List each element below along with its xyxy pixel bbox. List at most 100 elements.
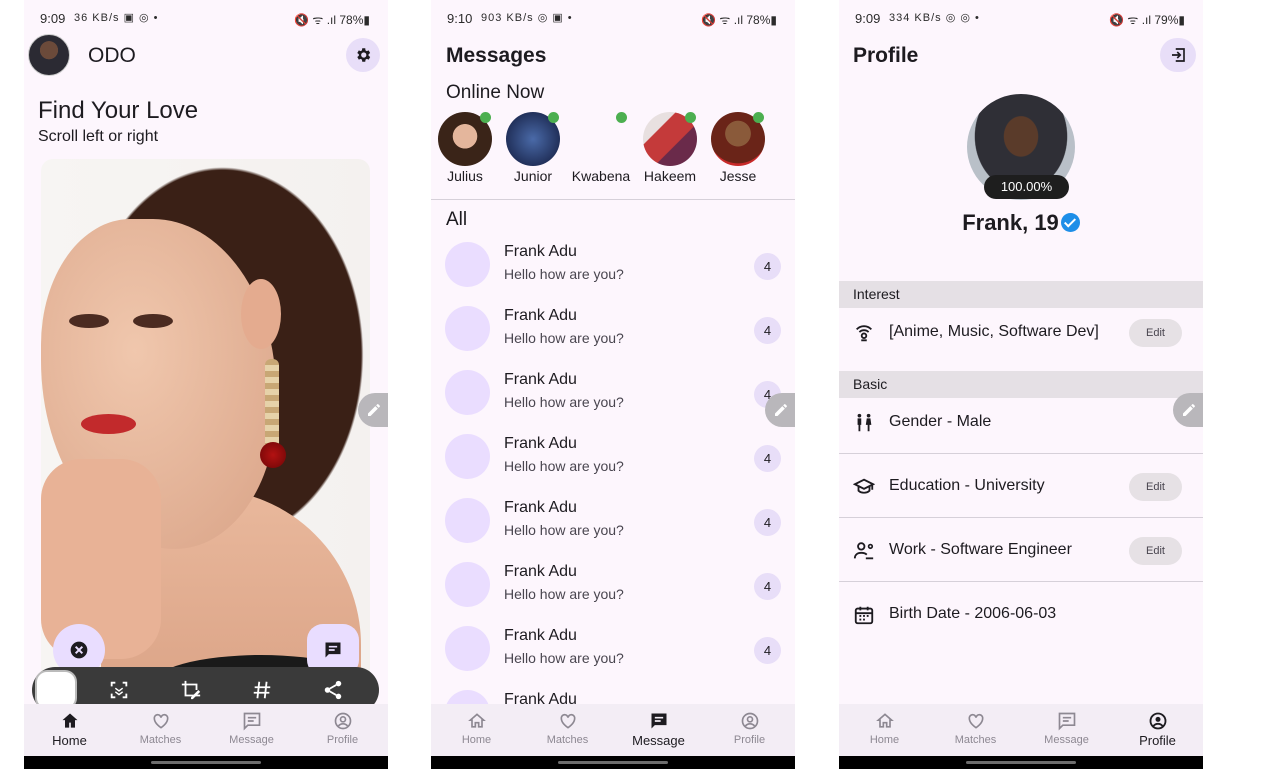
nav-home[interactable]: Home bbox=[24, 704, 115, 756]
home-screen: 9:09 36 KB/s ▣ ◎ • 🔇 ᯤ .ıl 78%▮ ODO Find… bbox=[24, 0, 388, 769]
nav-label: Home bbox=[869, 734, 900, 746]
online-indicator bbox=[753, 112, 764, 123]
conversation-avatar bbox=[445, 370, 490, 415]
account-circle-icon bbox=[1149, 712, 1166, 730]
online-user[interactable]: Julius bbox=[431, 112, 499, 184]
row-divider bbox=[839, 581, 1203, 582]
nav-matches[interactable]: Matches bbox=[930, 704, 1021, 756]
gender-value: Gender - Male bbox=[889, 413, 992, 430]
conversation-preview: Hello how are you? bbox=[504, 650, 624, 666]
nav-message[interactable]: Message bbox=[206, 704, 297, 756]
nav-profile[interactable]: Profile bbox=[297, 704, 388, 756]
conversation-name: Frank Adu bbox=[504, 307, 577, 324]
home-gesture-pill[interactable] bbox=[151, 761, 261, 764]
nav-message[interactable]: Message bbox=[1021, 704, 1112, 756]
work-person-icon bbox=[853, 542, 874, 560]
nav-home[interactable]: Home bbox=[431, 704, 522, 756]
interests-icon bbox=[856, 325, 872, 342]
school-icon bbox=[853, 478, 875, 494]
online-user[interactable]: Jesse bbox=[704, 112, 772, 184]
home-gesture-pill[interactable] bbox=[966, 761, 1076, 764]
pencil-icon bbox=[1183, 404, 1195, 416]
conversation-name: Frank Adu bbox=[504, 435, 577, 452]
edit-education-button[interactable]: Edit bbox=[1129, 473, 1182, 501]
online-now-heading: Online Now bbox=[446, 82, 545, 103]
conversation-preview: Hello how are you? bbox=[504, 586, 624, 602]
conversation-name: Frank Adu bbox=[504, 243, 577, 260]
nav-label: Message bbox=[1044, 734, 1089, 746]
unread-badge: 4 bbox=[754, 253, 781, 280]
logout-icon bbox=[1172, 48, 1185, 62]
gender-row: Gender - Male bbox=[839, 391, 1203, 453]
edit-work-button[interactable]: Edit bbox=[1129, 537, 1182, 565]
user-avatar[interactable] bbox=[28, 34, 70, 76]
edit-fab[interactable] bbox=[765, 393, 795, 427]
conversation-item[interactable]: Frank Adu Hello how are you? 4 bbox=[431, 620, 795, 684]
message-icon bbox=[651, 713, 666, 729]
account-circle-icon bbox=[334, 712, 351, 730]
crop-edit-icon[interactable] bbox=[180, 679, 202, 701]
status-bar: 9:09 334 KB/s ◎ ◎ • 🔇 ᯤ .ıl 79%▮ bbox=[839, 0, 1203, 36]
unread-badge: 4 bbox=[754, 573, 781, 600]
people-icon bbox=[857, 413, 872, 432]
conversation-item[interactable]: Frank Adu Hello how are you? 4 bbox=[431, 300, 795, 364]
conversation-preview: Hello how are you? bbox=[504, 394, 624, 410]
conversation-avatar bbox=[445, 562, 490, 607]
online-user-name: Junior bbox=[513, 168, 553, 184]
page-heading: Find Your Love bbox=[38, 97, 199, 124]
conversation-preview: Hello how are you? bbox=[504, 266, 624, 282]
nav-label: Home bbox=[461, 734, 492, 746]
nav-matches[interactable]: Matches bbox=[522, 704, 613, 756]
photo-hand bbox=[41, 459, 161, 659]
home-icon bbox=[875, 713, 894, 728]
nav-label: Matches bbox=[954, 734, 997, 746]
conversation-avatar bbox=[445, 242, 490, 287]
hashtag-icon[interactable] bbox=[251, 679, 273, 701]
system-home-bar bbox=[839, 756, 1203, 769]
conversation-item[interactable]: Frank Adu Hello how are you? 4 bbox=[431, 428, 795, 492]
education-row: Education - University Edit bbox=[839, 455, 1203, 517]
edit-interest-button[interactable]: Edit bbox=[1129, 319, 1182, 347]
system-home-bar bbox=[24, 756, 388, 769]
nav-profile[interactable]: Profile bbox=[704, 704, 795, 756]
online-user[interactable]: Junior bbox=[499, 112, 567, 184]
photo-lips bbox=[81, 414, 136, 434]
birthdate-value: Birth Date - 2006-06-03 bbox=[889, 605, 1057, 622]
settings-button[interactable] bbox=[346, 38, 380, 72]
photo-ear bbox=[241, 279, 281, 349]
message-icon bbox=[1058, 712, 1075, 731]
birthdate-row: Birth Date - 2006-06-03 bbox=[839, 583, 1203, 645]
system-home-bar bbox=[431, 756, 795, 769]
nav-message[interactable]: Message bbox=[613, 704, 704, 756]
share-icon[interactable] bbox=[322, 679, 344, 701]
nav-label: Message bbox=[229, 734, 274, 746]
conversation-avatar bbox=[445, 434, 490, 479]
nav-profile[interactable]: Profile bbox=[1112, 704, 1203, 756]
online-user-name: Hakeem bbox=[643, 168, 697, 184]
conversation-item[interactable]: Frank Adu Hello how are you? 4 bbox=[431, 364, 795, 428]
online-user[interactable]: Kwabena bbox=[567, 112, 635, 184]
online-user-name: Jesse bbox=[719, 168, 757, 184]
unread-badge: 4 bbox=[754, 317, 781, 344]
nav-matches[interactable]: Matches bbox=[115, 704, 206, 756]
conversation-item[interactable]: Frank Adu Hello how are you? 4 bbox=[431, 556, 795, 620]
scroll-capture-icon[interactable] bbox=[108, 679, 130, 701]
heart-icon bbox=[968, 713, 983, 729]
conversation-item[interactable]: Frank Adu Hello how are you? 4 bbox=[431, 236, 795, 300]
verified-badge-icon bbox=[1060, 213, 1080, 232]
work-value: Work - Software Engineer bbox=[889, 541, 1072, 558]
pencil-icon bbox=[775, 404, 787, 416]
nav-label: Home bbox=[52, 733, 87, 748]
logout-button[interactable] bbox=[1160, 38, 1196, 72]
gear-icon bbox=[357, 48, 371, 62]
online-user[interactable]: Hakeem bbox=[636, 112, 704, 184]
conversation-item[interactable]: Frank Adu Hello how are you? 4 bbox=[431, 492, 795, 556]
edit-fab[interactable] bbox=[1173, 393, 1203, 427]
page-title: Profile bbox=[853, 44, 919, 67]
home-icon bbox=[467, 713, 486, 728]
home-gesture-pill[interactable] bbox=[558, 761, 668, 764]
status-system: 🔇 ᯤ .ıl 78%▮ bbox=[701, 13, 777, 27]
nav-label: Message bbox=[632, 733, 685, 748]
edit-fab[interactable] bbox=[358, 393, 388, 427]
nav-home[interactable]: Home bbox=[839, 704, 930, 756]
